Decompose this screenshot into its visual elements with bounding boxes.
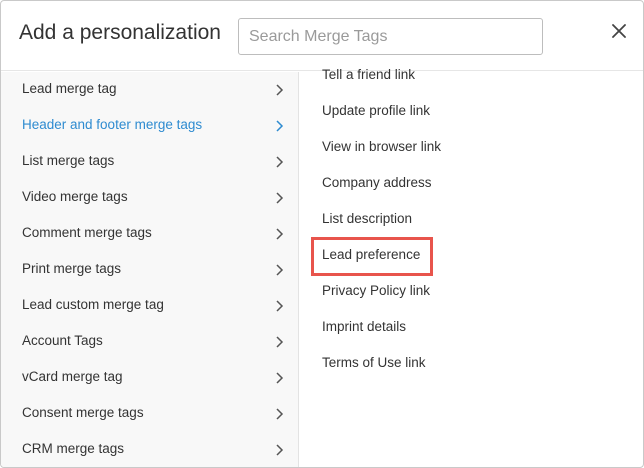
category-item[interactable]: CRM merge tags <box>1 432 298 467</box>
chevron-right-icon <box>276 336 284 348</box>
dialog-header: Add a personalization <box>1 1 643 71</box>
chevron-right-icon <box>276 192 284 204</box>
chevron-right-icon <box>276 444 284 456</box>
category-label: Video merge tags <box>22 189 128 204</box>
category-label: Header and footer merge tags <box>22 117 203 132</box>
search-merge-tags-input[interactable] <box>238 18 543 55</box>
chevron-right-icon <box>276 372 284 384</box>
personalization-dialog: Add a personalization Lead merge tag Hea… <box>0 0 644 468</box>
merge-tag-label: Lead preference <box>322 247 421 262</box>
merge-tag-label: Terms of Use link <box>322 355 426 370</box>
merge-tag-label: Update profile link <box>322 103 431 118</box>
category-label: vCard merge tag <box>22 369 123 384</box>
close-button[interactable] <box>605 17 633 45</box>
chevron-right-icon <box>276 120 284 132</box>
chevron-right-icon <box>276 408 284 420</box>
chevron-right-icon <box>276 84 284 96</box>
merge-tag-label: Tell a friend link <box>322 67 416 82</box>
merge-tag-label: View in browser link <box>322 139 442 154</box>
category-item[interactable]: List merge tags <box>1 144 298 180</box>
category-item[interactable]: vCard merge tag <box>1 360 298 396</box>
category-label: Lead custom merge tag <box>22 297 164 312</box>
category-item[interactable]: Consent merge tags <box>1 396 298 432</box>
category-item-active[interactable]: Header and footer merge tags <box>1 108 298 144</box>
category-label: List merge tags <box>22 153 115 168</box>
chevron-right-icon <box>276 264 284 276</box>
merge-tag-label: Privacy Policy link <box>322 283 431 298</box>
merge-tag-label: Imprint details <box>322 319 407 334</box>
category-label: Consent merge tags <box>22 405 144 420</box>
category-item[interactable]: Lead custom merge tag <box>1 288 298 324</box>
category-item[interactable]: Account Tags <box>1 324 298 360</box>
dialog-title: Add a personalization <box>19 21 221 44</box>
chevron-right-icon <box>276 156 284 168</box>
category-item[interactable]: Comment merge tags <box>1 216 298 252</box>
category-item[interactable]: Video merge tags <box>1 180 298 216</box>
merge-tag-label: Company address <box>322 175 432 190</box>
category-label: Comment merge tags <box>22 225 152 240</box>
category-label: Account Tags <box>22 333 103 348</box>
category-label: Lead merge tag <box>22 81 117 96</box>
category-label: Print merge tags <box>22 261 122 276</box>
category-label: CRM merge tags <box>22 441 125 456</box>
category-item[interactable]: Lead merge tag <box>1 72 298 108</box>
category-item[interactable]: Print merge tags <box>1 252 298 288</box>
merge-tag-label: List description <box>322 211 413 226</box>
category-list: Lead merge tag Header and footer merge t… <box>1 72 299 467</box>
close-icon <box>612 24 626 38</box>
chevron-right-icon <box>276 300 284 312</box>
chevron-right-icon <box>276 228 284 240</box>
